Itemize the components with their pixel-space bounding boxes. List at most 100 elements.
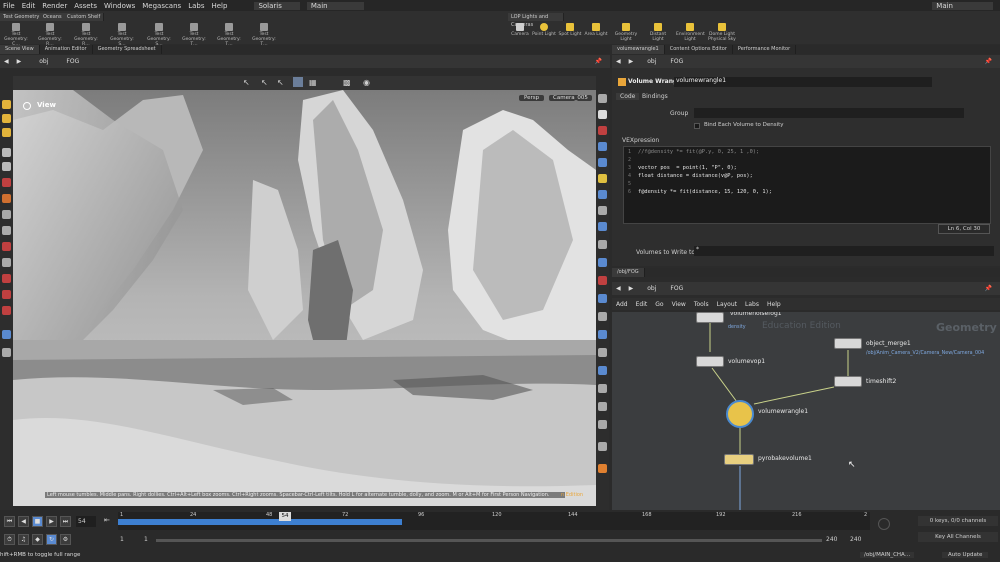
net-menu-tools[interactable]: Tools [694,301,709,308]
go-end-icon[interactable]: ⏭ [60,516,71,527]
tab-obj-fog[interactable]: /obj/FOG [612,268,645,277]
pin-icon[interactable]: 📌 [985,58,992,65]
menu-windows[interactable]: Windows [104,2,135,10]
menu-megascans[interactable]: Megascans [142,2,181,10]
link-icon[interactable] [2,348,11,357]
snapshot-icon[interactable] [598,348,607,357]
menu-labs[interactable]: Labs [188,2,204,10]
camera-view-icon[interactable] [2,226,11,235]
ramp-icon[interactable] [598,464,607,473]
lasso-icon[interactable] [2,274,11,283]
tab-bindings[interactable]: Bindings [638,93,672,100]
node-object-merge[interactable] [834,338,862,349]
path-fog[interactable]: FOG [66,58,79,65]
bind-checkbox[interactable] [694,123,700,129]
go-start-icon[interactable]: ⏮ [4,516,15,527]
ruler-icon[interactable] [2,210,11,219]
points-icon[interactable] [598,240,607,249]
shelf-tab-lop-lights[interactable]: LOP Lights and Cameras [508,13,564,28]
forward-icon[interactable]: ▶ [629,58,634,65]
shading-icon[interactable]: ◉ [363,78,370,87]
path-obj[interactable]: obj [39,58,48,65]
geometry-light-tool[interactable]: Geometry Light [612,22,640,44]
map-pin-icon[interactable] [598,442,607,451]
path-fog[interactable]: FOG [670,285,683,292]
rotate-tool-icon[interactable] [2,128,11,137]
ghost-icon[interactable] [598,312,607,321]
shelf-tool-1[interactable]: Test Geometry: C… [2,22,30,47]
snap-icon[interactable]: ▦ [309,78,317,87]
pointer-icon[interactable] [2,148,11,157]
audio-icon[interactable]: ♫ [18,534,29,545]
camera-icon[interactable] [598,206,607,215]
lock-icon[interactable] [598,94,607,103]
back-icon[interactable]: ◀ [616,58,621,65]
persp-menu[interactable]: Persp [519,95,545,101]
node-volumewrangle[interactable] [726,400,754,428]
key-icon[interactable] [2,306,11,315]
range-start-2[interactable]: 1 [144,536,148,543]
node-name-field[interactable]: volumewrangle1 [674,77,932,87]
tab-performance-monitor[interactable]: Performance Monitor [733,45,797,54]
forward-icon[interactable]: ▶ [629,285,634,292]
stop-icon[interactable]: ■ [32,516,43,527]
display-icon[interactable] [598,142,607,151]
node-volumevop[interactable] [696,356,724,367]
forward-icon[interactable]: ▶ [17,58,22,65]
back-icon[interactable]: ◀ [4,58,9,65]
key-icon[interactable] [878,518,890,530]
brush-icon[interactable] [2,162,11,171]
select-tool-icon[interactable] [2,100,11,109]
group-field[interactable] [694,108,964,118]
shelf-tool-2[interactable]: Test Geometry: R… [36,22,64,47]
step-icon[interactable]: ⇤ [104,516,110,524]
desktop-main[interactable]: Main [306,1,364,10]
keyframe-icon[interactable]: ◆ [32,534,43,545]
shelf-tool-3[interactable]: Test Geometry: R… [72,22,100,47]
path-obj[interactable]: obj [647,58,656,65]
pin-icon[interactable]: 📌 [985,285,992,292]
grid-icon[interactable] [293,77,303,87]
step-back-icon[interactable]: ◀ [18,516,29,527]
net-menu-go[interactable]: Go [655,301,663,308]
record-icon[interactable] [2,290,11,299]
wireframe-icon[interactable] [598,222,607,231]
node-timeshift[interactable] [834,376,862,387]
range-end[interactable]: 240 [826,536,837,543]
shelf-tool-7[interactable]: Test Geometry: T… [215,22,243,47]
grid-icon[interactable] [598,190,607,199]
node-volumenoisefog[interactable] [696,312,724,323]
path-obj[interactable]: obj [647,285,656,292]
pose-icon[interactable] [2,194,11,203]
tab-code[interactable]: Code [616,93,640,100]
tab-volumewrangle1[interactable]: volumewrangle1 [612,45,665,54]
guides-icon[interactable] [598,276,607,285]
select-icon-3[interactable]: ↖ [277,78,284,87]
environment-light-tool[interactable]: Environment Light [676,22,705,44]
point-light-tool[interactable]: Point Light [530,22,558,44]
wrench-icon[interactable] [598,420,607,429]
back-icon[interactable]: ◀ [616,285,621,292]
render-icon[interactable] [598,366,607,375]
net-menu-layout[interactable]: Layout [717,301,737,308]
shelf-tool-4[interactable]: Test Geometry: S… [108,22,136,47]
light-bulb-icon[interactable] [598,110,607,119]
frame-field[interactable]: 54 [76,516,96,527]
tab-animation-editor[interactable]: Animation Editor [40,45,93,54]
tab-geometry-spreadsheet[interactable]: Geometry Spreadsheet [93,45,162,54]
auto-update[interactable]: Auto Update [942,552,989,558]
scene-viewport[interactable]: View Persp Camera_005 Left mouse tumbles… [13,90,596,506]
handle-icon[interactable] [2,178,11,187]
realtime-icon[interactable]: ⏱ [4,534,15,545]
menu-assets[interactable]: Assets [74,2,97,10]
path-fog[interactable]: FOG [670,58,683,65]
menu-file[interactable]: File [3,2,15,10]
net-menu-labs[interactable]: Labs [745,301,759,308]
loop-icon[interactable]: ↻ [46,534,57,545]
key-all-button[interactable]: Key All Channels [918,532,998,542]
play-icon[interactable]: ▶ [46,516,57,527]
menu-edit[interactable]: Edit [22,2,36,10]
net-menu-add[interactable]: Add [616,301,628,308]
move-tool-icon[interactable] [2,114,11,123]
shelf-tab-custom[interactable]: Custom Shelf [64,13,105,21]
